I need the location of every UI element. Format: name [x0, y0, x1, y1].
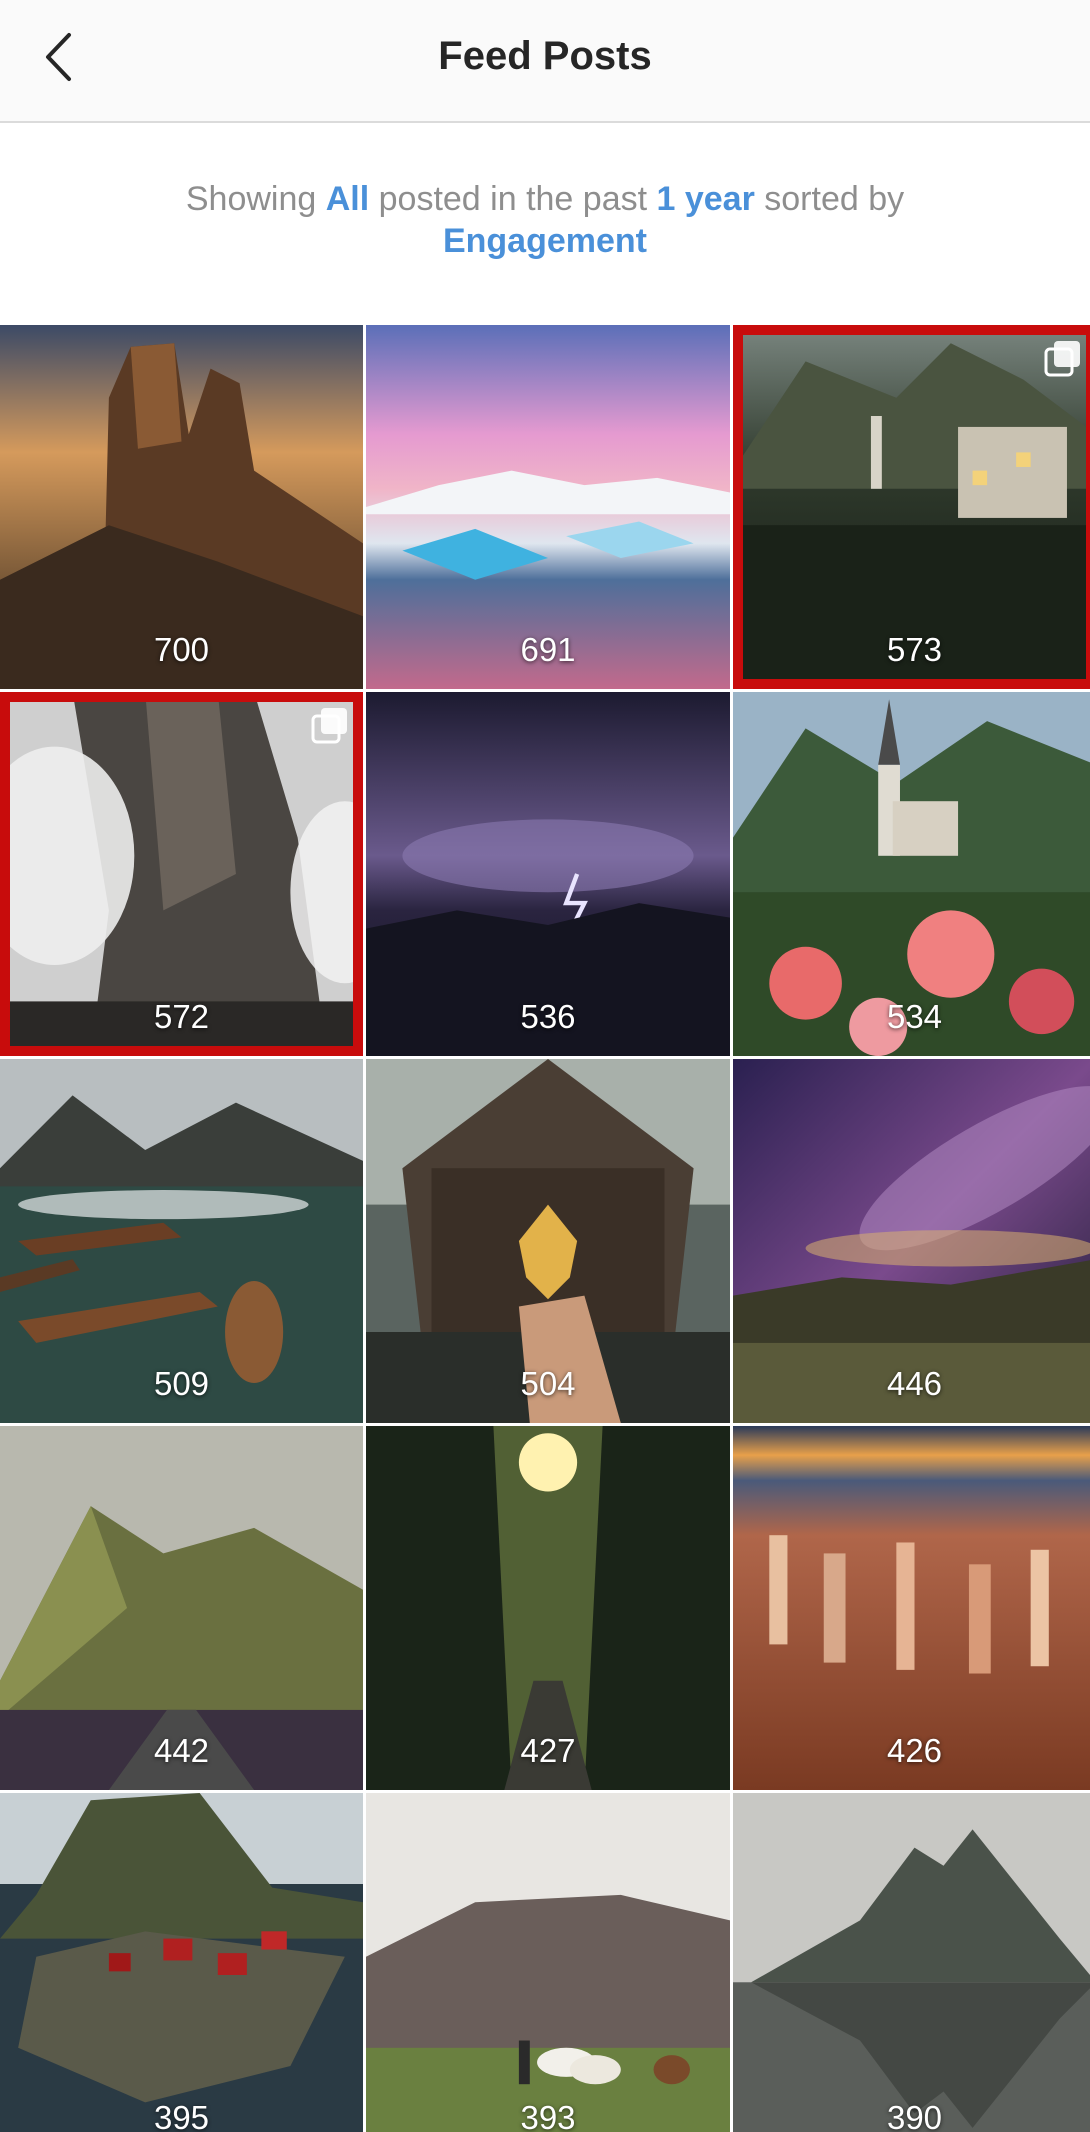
post-tile[interactable]: 509	[0, 1059, 363, 1423]
post-thumbnail	[366, 1793, 730, 2132]
post-thumbnail	[733, 1793, 1090, 2132]
engagement-count: 504	[520, 1365, 576, 1402]
post-tile[interactable]: 390	[733, 1793, 1090, 2132]
engagement-count: 572	[153, 998, 210, 1035]
sort-filter-link[interactable]: Engagement	[443, 222, 647, 260]
post-tile[interactable]: 446	[733, 1059, 1090, 1423]
top-bar: Feed Posts	[0, 0, 1090, 123]
engagement-count: 427	[520, 1732, 576, 1769]
engagement-count: 534	[886, 998, 943, 1035]
engagement-count: 395	[153, 2099, 210, 2132]
post-tile[interactable]: 504	[366, 1059, 730, 1423]
post-tile[interactable]: 393	[366, 1793, 730, 2132]
engagement-count: 700	[153, 631, 210, 668]
engagement-count: 509	[153, 1365, 210, 1402]
filter-text-prefix: Showing	[185, 180, 326, 218]
post-tile[interactable]: 442	[0, 1426, 363, 1790]
post-tile[interactable]: 534	[733, 692, 1090, 1056]
engagement-count: 691	[520, 631, 576, 668]
post-tile[interactable]: 572	[0, 692, 363, 1056]
multiple-photos-icon	[1044, 341, 1080, 377]
post-tile[interactable]: 691	[366, 325, 730, 689]
engagement-count: 536	[520, 998, 576, 1035]
engagement-count: 573	[886, 631, 943, 668]
filter-text-middle: posted in the past	[369, 180, 657, 218]
engagement-count: 390	[886, 2099, 943, 2132]
page-title: Feed Posts	[438, 34, 652, 78]
engagement-count: 426	[886, 1732, 943, 1769]
post-thumbnail	[0, 1793, 363, 2132]
post-tile[interactable]: 700	[0, 325, 363, 689]
post-tile[interactable]: 426	[733, 1426, 1090, 1790]
engagement-count: 442	[153, 1732, 210, 1769]
filter-text-suffix: sorted by	[754, 180, 905, 218]
post-tile[interactable]: 536	[366, 692, 730, 1056]
filter-summary: Showing All posted in the past 1 year so…	[90, 178, 1000, 262]
engagement-count: 393	[520, 2099, 576, 2132]
time-period-filter-link[interactable]: 1 year	[657, 180, 755, 218]
multiple-photos-icon	[311, 708, 347, 744]
posts-grid: 700 691 573 572 536 534 509 504 446 442 …	[0, 325, 1090, 2132]
post-type-filter-link[interactable]: All	[326, 180, 369, 218]
post-tile[interactable]: 573	[733, 325, 1090, 689]
post-tile[interactable]: 427	[366, 1426, 730, 1790]
engagement-count: 446	[886, 1365, 943, 1402]
post-tile[interactable]: 395	[0, 1793, 363, 2132]
